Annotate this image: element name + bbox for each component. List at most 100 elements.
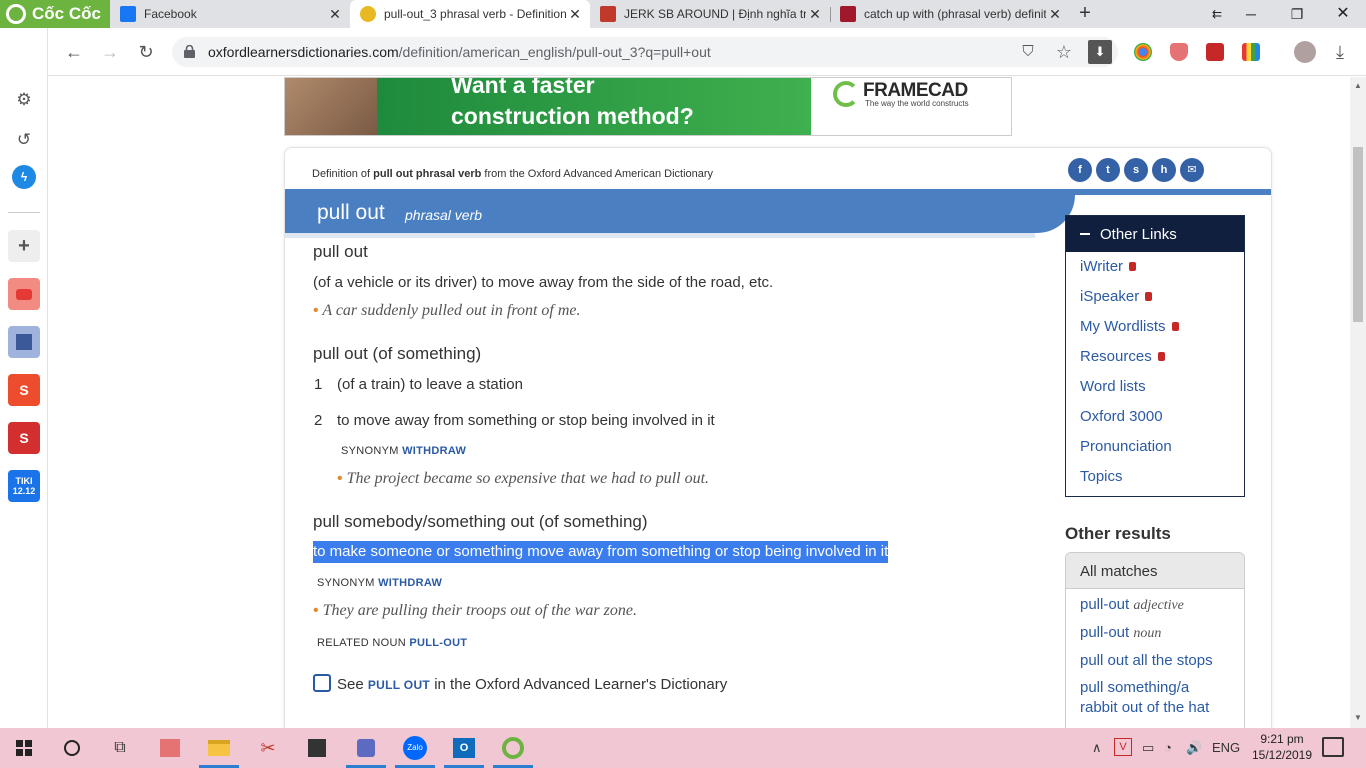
result-link[interactable]: pull-out adjective — [1080, 595, 1184, 616]
youtube-icon[interactable] — [8, 278, 40, 310]
restore-button[interactable]: ❐ — [1274, 0, 1320, 28]
sendo-icon[interactable]: S — [8, 422, 40, 454]
ad-tagline: Want a faster construction method? — [451, 77, 694, 132]
part-of-speech: phrasal verb — [405, 207, 483, 223]
ad-tagline-line: construction method? — [451, 103, 694, 129]
windows-start-icon[interactable] — [8, 732, 40, 764]
see-term[interactable]: PULL OUT — [368, 678, 430, 692]
see-also-link[interactable]: See PULL OUT in the Oxford Advanced Lear… — [313, 674, 727, 693]
extension-color-icon[interactable] — [1242, 43, 1260, 61]
link-label: Resources — [1080, 348, 1152, 365]
tiki-icon[interactable]: TIKI 12.12 — [8, 470, 40, 502]
notification-icon[interactable] — [1322, 737, 1344, 757]
facebook-share-icon[interactable]: f — [1068, 158, 1092, 182]
other-link-ispeaker[interactable]: iSpeaker — [1080, 288, 1153, 305]
close-window-button[interactable]: ✕ — [1320, 0, 1366, 28]
browser-logo[interactable]: Cốc Cốc — [0, 0, 110, 28]
email-share-icon[interactable]: ✉ — [1180, 158, 1204, 182]
app-calculator-icon[interactable] — [154, 732, 186, 764]
link-label: iSpeaker — [1080, 288, 1140, 305]
tab-pull-out[interactable]: pull-out_3 phrasal verb - Definition ✕ — [350, 0, 590, 28]
clock-time: 9:21 pm — [1260, 732, 1304, 746]
all-matches-tab[interactable]: All matches — [1066, 553, 1244, 589]
phrasal-verb-heading: pull somebody/something out (of somethin… — [313, 512, 648, 531]
cambridge-favicon — [600, 6, 616, 22]
file-explorer-icon[interactable] — [203, 732, 235, 764]
definition-source: Definition of pull out phrasal verb from… — [312, 168, 713, 180]
outlook-icon[interactable]: O — [448, 732, 480, 764]
result-link[interactable]: pull-out noun — [1080, 623, 1161, 644]
bookmark-star-icon[interactable]: ☆ — [1052, 40, 1076, 64]
synonym: SYNONYM WITHDRAW — [317, 577, 442, 589]
advertisement-banner[interactable]: Want a faster construction method? FRAMEC… — [284, 77, 1012, 136]
facebook-app-icon[interactable] — [8, 326, 40, 358]
other-link-resources[interactable]: Resources — [1080, 348, 1165, 365]
system-clock[interactable]: 9:21 pm 15/12/2019 — [1248, 731, 1316, 763]
forward-button[interactable]: → — [98, 40, 122, 64]
page-scrollbar[interactable]: ▲ ▼ — [1350, 77, 1366, 728]
minimize-button[interactable]: ─ — [1228, 0, 1274, 28]
ad-tagline-line: Want a faster — [451, 77, 595, 98]
wifi-icon[interactable]: ◔ — [1164, 740, 1172, 755]
other-link-oxford-3000[interactable]: Oxford 3000 — [1080, 408, 1163, 425]
messenger-icon[interactable]: ϟ — [12, 165, 36, 189]
settings-icon[interactable]: ⚙ — [12, 88, 36, 112]
other-link-word-lists[interactable]: Word lists — [1080, 378, 1146, 395]
tab-catch-up-with[interactable]: catch up with (phrasal verb) definit ✕ — [830, 0, 1070, 28]
coccoc-taskbar-icon[interactable] — [497, 732, 529, 764]
extension-chrome-icon[interactable] — [1134, 43, 1152, 61]
lock-icon — [1129, 262, 1137, 271]
shield-icon[interactable]: ⛉ — [1016, 40, 1040, 64]
oxford-favicon — [360, 6, 376, 22]
ad-brand-sub: The way the world constructs — [865, 99, 969, 108]
task-view-icon[interactable]: ⧉ — [104, 732, 136, 764]
result-link[interactable]: pull something/a rabbit out of the hat — [1080, 678, 1230, 718]
shopee-icon[interactable]: S — [8, 374, 40, 406]
tab-jerk-sb-around[interactable]: JERK SB AROUND | Định nghĩa tro ✕ — [590, 0, 830, 28]
add-app-icon[interactable]: + — [8, 230, 40, 262]
download-icon[interactable]: ⬇ — [1088, 40, 1112, 64]
close-icon[interactable]: ✕ — [1046, 6, 1064, 23]
other-link-my-wordlists[interactable]: My Wordlists — [1080, 318, 1179, 335]
snipping-tool-icon[interactable]: ✂ — [252, 732, 284, 764]
other-link-pronunciation[interactable]: Pronunciation — [1080, 438, 1172, 455]
result-pos: noun — [1133, 626, 1162, 641]
result-link[interactable]: pull out all the stops — [1080, 651, 1213, 671]
twitter-share-icon[interactable]: t — [1096, 158, 1120, 182]
battery-icon[interactable]: ▭ — [1142, 740, 1154, 756]
synonym-link[interactable]: WITHDRAW — [402, 445, 466, 457]
other-link-topics[interactable]: Topics — [1080, 468, 1123, 485]
close-icon[interactable]: ✕ — [326, 6, 344, 23]
close-icon[interactable]: ✕ — [566, 6, 584, 23]
language-indicator[interactable]: ENG — [1212, 740, 1240, 755]
volume-icon[interactable]: 🔊 — [1186, 740, 1202, 756]
scroll-up-icon[interactable]: ▲ — [1354, 81, 1362, 90]
zalo-icon[interactable]: Zalo — [399, 732, 431, 764]
extension-shield-icon[interactable] — [1170, 43, 1188, 61]
scrollbar-thumb[interactable] — [1353, 147, 1363, 322]
address-bar[interactable]: oxfordlearnersdictionaries.com/definitio… — [172, 37, 1118, 67]
tray-overflow-icon[interactable]: ∧ — [1092, 740, 1102, 756]
tray-app-icon[interactable]: V — [1114, 738, 1132, 756]
downloads-icon[interactable]: ⤓ — [1328, 40, 1352, 64]
back-button[interactable]: ← — [62, 40, 86, 64]
photos-app-icon[interactable] — [350, 732, 382, 764]
tab-facebook[interactable]: Facebook ✕ — [110, 0, 350, 28]
synonym-link[interactable]: WITHDRAW — [378, 577, 442, 589]
close-icon[interactable]: ✕ — [806, 6, 824, 23]
new-tab-button[interactable]: + — [1074, 3, 1096, 25]
other-link-iwriter[interactable]: iWriter — [1080, 258, 1137, 275]
reload-button[interactable]: ↻ — [134, 40, 158, 64]
related-link[interactable]: PULL-OUT — [409, 637, 467, 649]
stumbleupon-share-icon[interactable]: s — [1124, 158, 1148, 182]
example-text: The project became so expensive that we … — [346, 470, 710, 487]
history-icon[interactable]: ↺ — [12, 128, 36, 152]
result-pos: adjective — [1133, 598, 1184, 613]
sticky-notes-icon[interactable] — [301, 732, 333, 764]
search-icon[interactable] — [56, 732, 88, 764]
other-links-header[interactable]: Other Links — [1066, 216, 1244, 252]
hi-share-icon[interactable]: h — [1152, 158, 1176, 182]
extension-red-icon[interactable] — [1206, 43, 1224, 61]
avatar[interactable] — [1294, 41, 1316, 63]
scroll-down-icon[interactable]: ▼ — [1354, 713, 1362, 722]
